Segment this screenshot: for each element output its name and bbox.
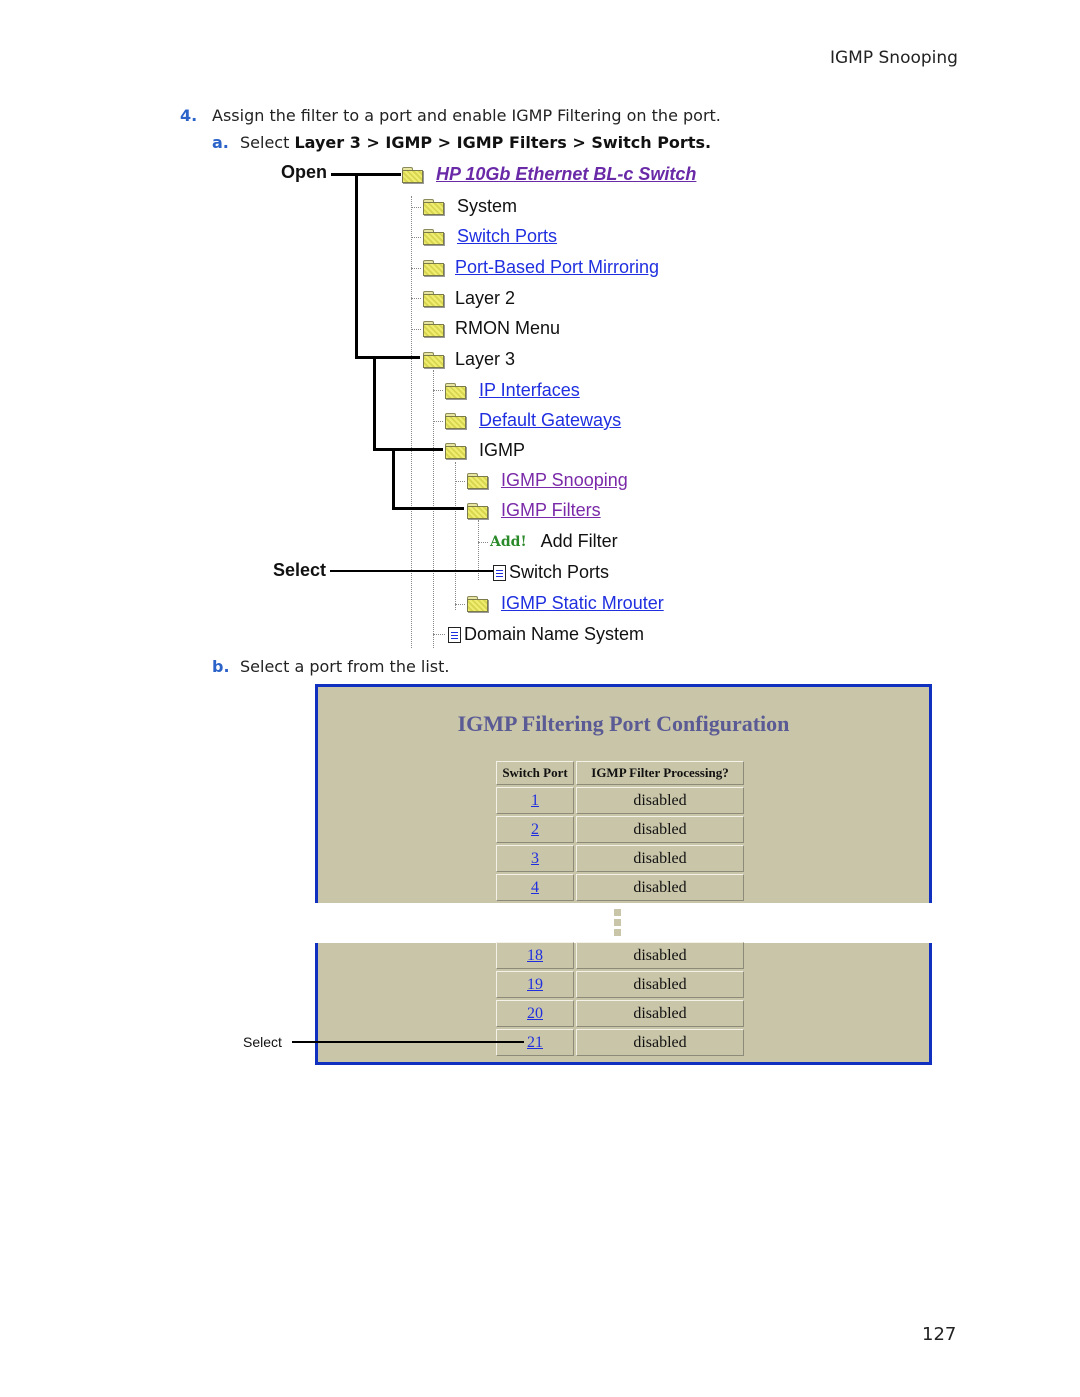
select-port-callout: Select xyxy=(243,1034,282,1050)
tree-guide xyxy=(455,462,456,610)
port-link[interactable]: 3 xyxy=(531,850,539,867)
select-callout: Select xyxy=(273,560,327,580)
step-number: 4. xyxy=(180,106,198,125)
tree-item-default-gateways[interactable]: Default Gateways xyxy=(445,410,621,431)
open-callout-line xyxy=(355,173,358,359)
step-text: Assign the filter to a port and enable I… xyxy=(212,106,721,125)
tree-item-dns[interactable]: Domain Name System xyxy=(448,624,644,645)
filter-status: disabled xyxy=(576,1029,744,1056)
tree-root-label[interactable]: HP 10Gb Ethernet BL-c Switch xyxy=(436,164,696,185)
folder-icon xyxy=(467,473,488,489)
step-4: 4. Assign the filter to a port and enable… xyxy=(180,106,721,125)
table-row: 4 disabled xyxy=(496,874,744,901)
filter-status: disabled xyxy=(576,787,744,814)
folder-icon xyxy=(423,321,444,337)
select-callout-line xyxy=(330,570,493,572)
table-row: 20 disabled xyxy=(496,1000,744,1027)
ellipsis-icon xyxy=(614,909,621,939)
table-row: 3 disabled xyxy=(496,845,744,872)
filter-status: disabled xyxy=(576,971,744,998)
folder-open-icon xyxy=(402,167,423,183)
folder-open-icon xyxy=(467,503,488,519)
document-icon xyxy=(493,564,506,581)
tree-item-add-filter[interactable]: Add! Add Filter xyxy=(490,531,618,552)
step-text: Select a port from the list. xyxy=(240,657,450,676)
tree-root[interactable]: HP 10Gb Ethernet BL-c Switch xyxy=(402,164,696,185)
running-head: IGMP Snooping xyxy=(830,48,958,68)
elision-gap xyxy=(300,903,960,943)
tree-item-igmp-filters[interactable]: IGMP Filters xyxy=(467,500,601,521)
filter-status: disabled xyxy=(576,942,744,969)
tree-item-igmp-static-mrouter[interactable]: IGMP Static Mrouter xyxy=(467,593,664,614)
tree-item-rmon-menu[interactable]: RMON Menu xyxy=(423,318,560,339)
filter-status: disabled xyxy=(576,874,744,901)
table-row: 2 disabled xyxy=(496,816,744,843)
table-header-row: Switch Port IGMP Filter Processing? xyxy=(496,761,744,785)
open-callout-line xyxy=(392,507,464,510)
folder-icon xyxy=(423,291,444,307)
page-number: 127 xyxy=(922,1324,957,1345)
table-row: 18 disabled xyxy=(496,942,744,969)
table-row: 21 disabled xyxy=(496,1029,744,1056)
open-callout-line xyxy=(373,448,443,451)
tree-guide xyxy=(411,196,412,648)
tree-item-system[interactable]: System xyxy=(423,196,517,217)
column-header: Switch Port xyxy=(496,761,574,785)
menu-path: Layer 3 > IGMP > IGMP Filters > Switch P… xyxy=(294,133,712,152)
folder-icon xyxy=(445,383,466,399)
open-callout-line xyxy=(331,173,401,176)
port-table-top: Switch Port IGMP Filter Processing? 1 dis… xyxy=(494,759,746,903)
tree-item-ip-interfaces[interactable]: IP Interfaces xyxy=(445,380,580,401)
filter-status: disabled xyxy=(576,816,744,843)
select-port-callout-line xyxy=(292,1041,524,1043)
tree-item-igmp-switch-ports[interactable]: Switch Ports xyxy=(493,562,609,583)
panel-title: IGMP Filtering Port Configuration xyxy=(457,711,790,736)
folder-icon xyxy=(423,229,444,245)
folder-open-icon xyxy=(445,443,466,459)
open-callout-line xyxy=(355,356,420,359)
step-letter: a. xyxy=(212,133,229,152)
open-callout-line xyxy=(373,356,376,451)
port-table-bottom: 18 disabled 19 disabled 20 disabled 21 disab… xyxy=(494,940,746,1058)
tree-item-layer-3[interactable]: Layer 3 xyxy=(423,349,515,370)
table-row: 1 disabled xyxy=(496,787,744,814)
document-icon xyxy=(448,626,461,643)
port-link[interactable]: 4 xyxy=(531,879,539,896)
step-prefix: Select xyxy=(240,133,295,152)
folder-icon xyxy=(423,199,444,215)
tree-item-layer-2[interactable]: Layer 2 xyxy=(423,288,515,309)
tree-item-igmp-snooping[interactable]: IGMP Snooping xyxy=(467,470,628,491)
folder-icon xyxy=(445,413,466,429)
folder-icon xyxy=(467,596,488,612)
folder-icon xyxy=(423,260,444,276)
open-callout-line xyxy=(392,448,395,510)
step-letter: b. xyxy=(212,657,230,676)
port-link[interactable]: 18 xyxy=(527,947,543,964)
step-a: a. Select Layer 3 > IGMP > IGMP Filters >… xyxy=(212,133,711,152)
tree-item-port-mirroring[interactable]: Port-Based Port Mirroring xyxy=(423,257,659,278)
port-link[interactable]: 20 xyxy=(527,1005,543,1022)
open-callout: Open xyxy=(281,162,328,182)
table-row: 19 disabled xyxy=(496,971,744,998)
column-header: IGMP Filter Processing? xyxy=(576,761,744,785)
port-link[interactable]: 2 xyxy=(531,821,539,838)
add-icon: Add! xyxy=(490,533,527,550)
tree-item-switch-ports[interactable]: Switch Ports xyxy=(423,226,557,247)
folder-open-icon xyxy=(423,352,444,368)
port-link[interactable]: 1 xyxy=(531,792,539,809)
tree-item-igmp[interactable]: IGMP xyxy=(445,440,525,461)
filter-status: disabled xyxy=(576,845,744,872)
filter-status: disabled xyxy=(576,1000,744,1027)
port-link[interactable]: 19 xyxy=(527,976,543,993)
step-b: b. Select a port from the list. xyxy=(212,657,449,676)
port-link[interactable]: 21 xyxy=(527,1034,543,1051)
